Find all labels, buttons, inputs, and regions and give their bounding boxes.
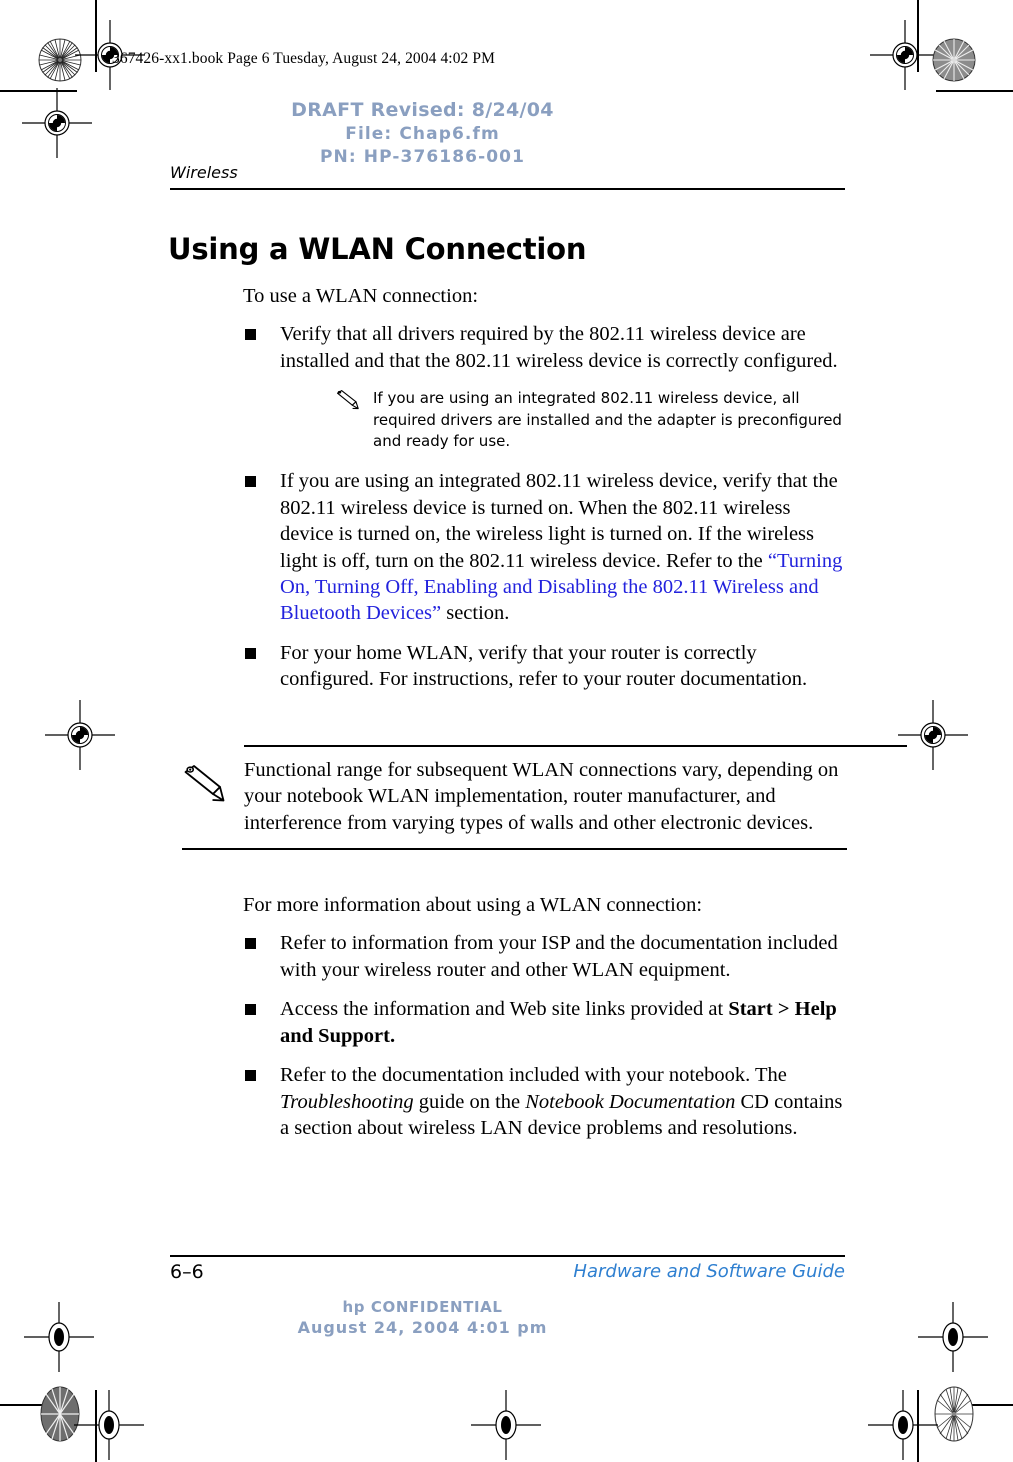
- running-head-chapter: Wireless: [170, 163, 238, 182]
- pencil-icon: [335, 389, 361, 417]
- square-bullet-icon: [245, 329, 256, 341]
- square-bullet-icon: [245, 938, 256, 950]
- list-item: Refer to the documentation included with…: [243, 1062, 847, 1141]
- draft-stamp-block: DRAFT Revised: 8/24/04 File: Chap6.fm PN…: [0, 98, 845, 168]
- draft-revised-line: DRAFT Revised: 8/24/04: [291, 99, 554, 121]
- square-bullet-icon: [245, 1004, 256, 1016]
- guide-title-italic-1: Troubleshooting: [280, 1090, 414, 1113]
- note-body: Functional range for subsequent WLAN con…: [182, 747, 847, 848]
- list-item: For your home WLAN, verify that your rou…: [243, 640, 847, 693]
- bullet-list-bottom: Refer to information from your ISP and t…: [243, 930, 847, 1141]
- guide-title-italic-2: Notebook Documentation: [525, 1090, 736, 1113]
- guide-name: Hardware and Software Guide: [573, 1261, 845, 1282]
- note-callout: Functional range for subsequent WLAN con…: [182, 745, 907, 851]
- list-item-text-seg1: Refer to the documentation included with…: [280, 1064, 787, 1087]
- document-page: 367426-xx1.book Page 6 Tuesday, August 2…: [0, 0, 1013, 1462]
- file-stamp-line: 367426-xx1.book Page 6 Tuesday, August 2…: [112, 50, 495, 67]
- confidential-timestamp: August 24, 2004 4:01 pm: [297, 1318, 548, 1338]
- inline-note-text: If you are using an integrated 802.11 wi…: [373, 389, 842, 450]
- list-item: If you are using an integrated 802.11 wi…: [243, 468, 847, 627]
- list-item-text-pre: Access the information and Web site link…: [280, 998, 729, 1021]
- list-item: Access the information and Web site link…: [243, 996, 847, 1049]
- page-title: Using a WLAN Connection: [168, 232, 587, 266]
- confidential-stamp-block: hp CONFIDENTIAL August 24, 2004 4:01 pm: [0, 1297, 845, 1339]
- list-item-text: Refer to information from your ISP and t…: [280, 932, 838, 981]
- square-bullet-icon: [245, 1070, 256, 1082]
- note-bottom-rule: [182, 848, 847, 851]
- pencil-icon: [182, 763, 228, 810]
- square-bullet-icon: [245, 476, 256, 488]
- footer-rule: [170, 1255, 845, 1257]
- list-item: Verify that all drivers required by the …: [243, 321, 847, 452]
- list-item-text-seg2: guide on the: [413, 1090, 526, 1113]
- list-item-text: For your home WLAN, verify that your rou…: [280, 641, 808, 691]
- note-text: Functional range for subsequent WLAN con…: [244, 759, 839, 834]
- header-rule: [170, 188, 845, 190]
- list-item-text: Verify that all drivers required by the …: [280, 323, 838, 372]
- draft-pn-line: PN: HP-376186-001: [319, 146, 526, 167]
- list-item-text-pre: If you are using an integrated 802.11 wi…: [280, 470, 838, 572]
- lead-paragraph-2: For more information about using a WLAN …: [243, 894, 703, 916]
- lead-paragraph: To use a WLAN connection:: [243, 285, 479, 307]
- list-item: Refer to information from your ISP and t…: [243, 930, 847, 983]
- draft-file-line: File: Chap6.fm: [345, 124, 500, 145]
- bullet-list-top: Verify that all drivers required by the …: [243, 321, 847, 692]
- content-block-bottom: For more information about using a WLAN …: [243, 892, 847, 1142]
- content-block-top: To use a WLAN connection: Verify that al…: [243, 283, 847, 693]
- confidential-line: hp CONFIDENTIAL: [342, 1298, 503, 1316]
- square-bullet-icon: [245, 647, 256, 659]
- list-item-text-post: section.: [441, 602, 510, 625]
- inline-note: If you are using an integrated 802.11 wi…: [335, 388, 843, 452]
